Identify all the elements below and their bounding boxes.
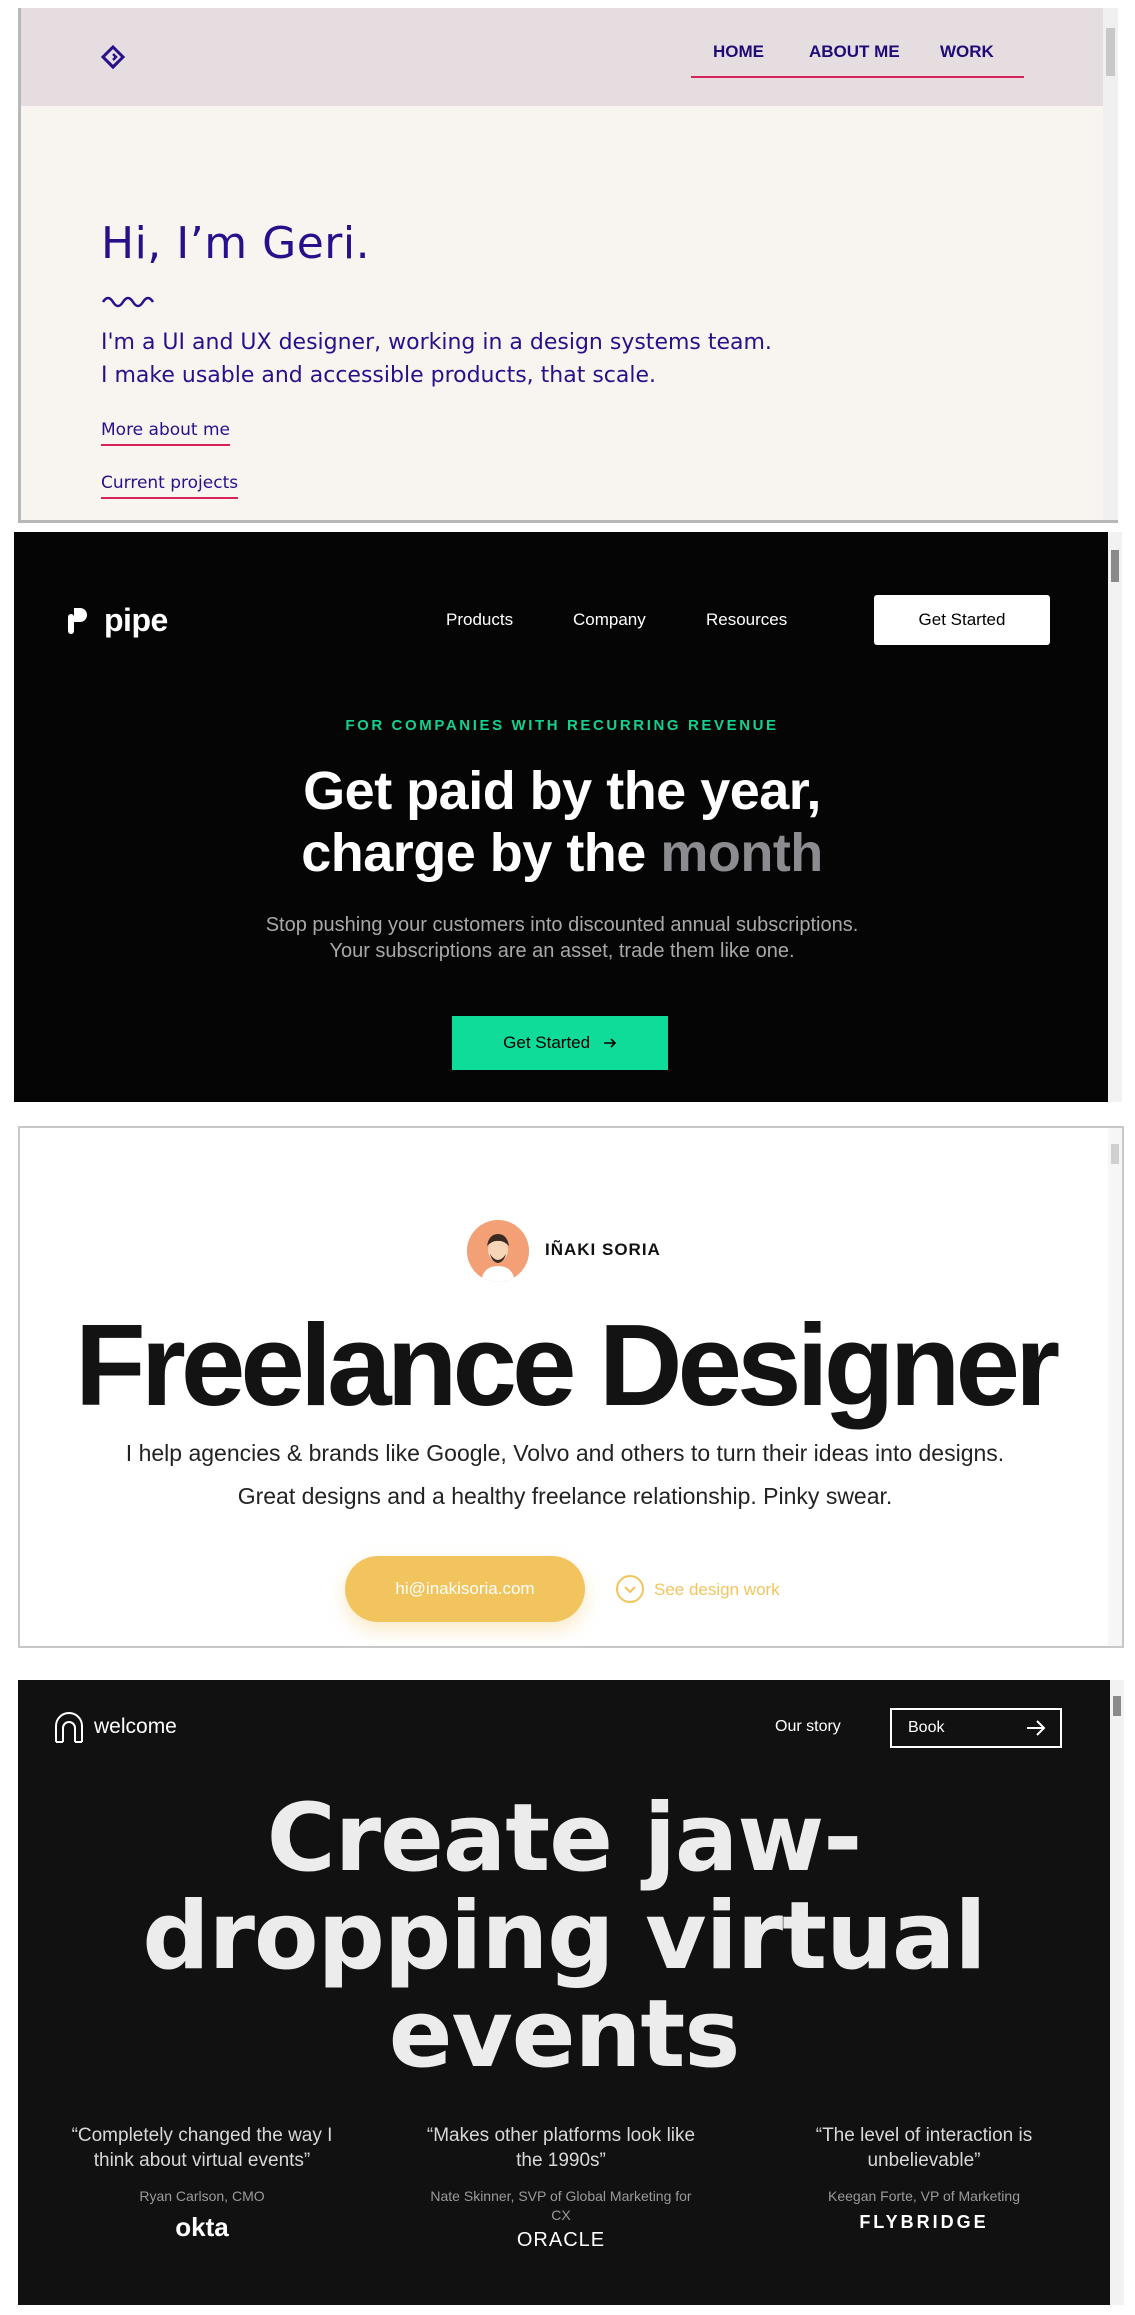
geri-scrollbar[interactable] [1103,8,1118,520]
geri-navbar: HOME ABOUT ME WORK [21,8,1106,106]
headline-line-2: dropping virtual [142,1882,986,1991]
inaki-desc-line-1: I help agencies & brands like Google, Vo… [125,1440,1005,1466]
testimonial-author: Keegan Forte, VP of Marketing [828,2188,1020,2204]
headline-line-1: Get paid by the year, [303,761,821,821]
pipe-logo-icon [68,608,87,634]
inaki-scrollbar[interactable] [1108,1128,1122,1646]
freelance-designer-headline: Freelance Designer [74,1300,1060,1430]
scrollbar-thumb[interactable] [1111,1144,1119,1164]
inaki-desc-line-2: Great designs and a healthy freelance re… [237,1483,893,1509]
arrow-right-icon [603,1038,616,1048]
pipe-logo-text: pipe [104,602,168,638]
pipe-scrollbar[interactable] [1108,532,1122,1102]
geri-nav-links: HOME ABOUT ME WORK [691,38,1024,78]
scrollbar-thumb[interactable] [1113,1696,1121,1716]
sub-line-1: Stop pushing your customers into discoun… [265,914,859,936]
sub-line-2: Your subscriptions are an asset, trade t… [329,940,795,962]
get-started-button[interactable]: Get Started [452,1016,668,1070]
designer-name: IÑAKI SORIA [545,1240,661,1259]
flybridge-logo: FLYBRIDGE [859,2212,989,2232]
testimonial-card: “Makes other platforms look like the 199… [421,2123,701,2252]
welcome-logo-text[interactable]: welcome [94,1715,177,1739]
testimonial-quote: “Completely changed the way I think abou… [71,2125,333,2171]
testimonial-card: “Completely changed the way I think abou… [62,2123,342,2243]
current-projects-link[interactable]: Current projects [101,473,239,499]
pipe-subheadline: Stop pushing your customers into discoun… [14,912,1110,964]
nav-about-link[interactable]: ABOUT ME [809,42,900,62]
see-design-work-label: See design work [654,1580,780,1599]
headline-line-1: Create jaw- [266,1784,862,1893]
nav-work-link[interactable]: WORK [940,42,994,62]
book-label: Book [908,1719,945,1736]
testimonial-card: “The level of interaction is unbelievabl… [784,2123,1064,2233]
squiggle-divider-icon [101,296,155,308]
oracle-logo: ORACLE [516,2229,606,2251]
welcome-headline: Create jaw- dropping virtual events [18,1790,1110,2084]
intro-line-2: I make usable and accessible products, t… [101,363,657,388]
headline-line-2: charge by the month [14,822,1110,884]
our-story-link[interactable]: Our story [775,1718,841,1736]
arrow-right-icon [1027,1720,1046,1736]
menu-products[interactable]: Products [446,610,513,630]
headline-line-2-text: charge by the [301,823,661,883]
pipe-headline: Get paid by the year, charge by the mont… [14,760,1110,884]
scrollbar-thumb[interactable] [1106,28,1115,76]
avatar-illustration-icon [467,1220,529,1282]
get-started-label: Get Started [503,1033,591,1052]
pipe-eyebrow: FOR COMPANIES WITH RECURRING REVENUE [345,717,779,734]
menu-company[interactable]: Company [573,610,646,630]
testimonial-quote: “The level of interaction is unbelievabl… [815,2125,1033,2171]
welcome-scrollbar[interactable] [1110,1680,1124,2305]
welcome-site-window: welcome Our story Book Create jaw- dropp… [18,1680,1124,2305]
avatar [467,1220,529,1282]
intro-line-1: I'm a UI and UX designer, working in a d… [101,330,772,355]
testimonial-quote: “Makes other platforms look like the 199… [426,2125,696,2171]
inaki-site-window: IÑAKI SORIA Freelance Designer I help ag… [18,1126,1124,1648]
chevron-down-icon [616,1575,644,1603]
more-about-me-link[interactable]: More about me [101,420,231,446]
testimonial-author: Ryan Carlson, CMO [139,2188,265,2204]
headline-accent-word: month [660,823,823,883]
pipe-site-window: pipe Products Company Resources Get Star… [14,532,1122,1102]
geri-intro: I'm a UI and UX designer, working in a d… [101,326,772,392]
geri-site-window: HOME ABOUT ME WORK Hi, I’m Geri. I'm a U… [18,8,1118,523]
testimonial-author: Nate Skinner, SVP of Global Marketing fo… [430,2188,692,2223]
get-started-top-button[interactable]: Get Started [874,595,1050,645]
geri-title: Hi, I’m Geri. [101,218,371,269]
scrollbar-thumb[interactable] [1111,550,1119,582]
email-button[interactable]: hi@inakisoria.com [345,1556,585,1622]
geri-logo-icon[interactable] [99,44,127,76]
book-button[interactable]: Book [890,1708,1062,1748]
menu-resources[interactable]: Resources [706,610,787,630]
headline-line-3: events [388,1980,741,2089]
okta-logo: okta [175,2212,229,2242]
welcome-logo-icon[interactable] [54,1712,84,1744]
nav-home-link[interactable]: HOME [713,42,764,62]
